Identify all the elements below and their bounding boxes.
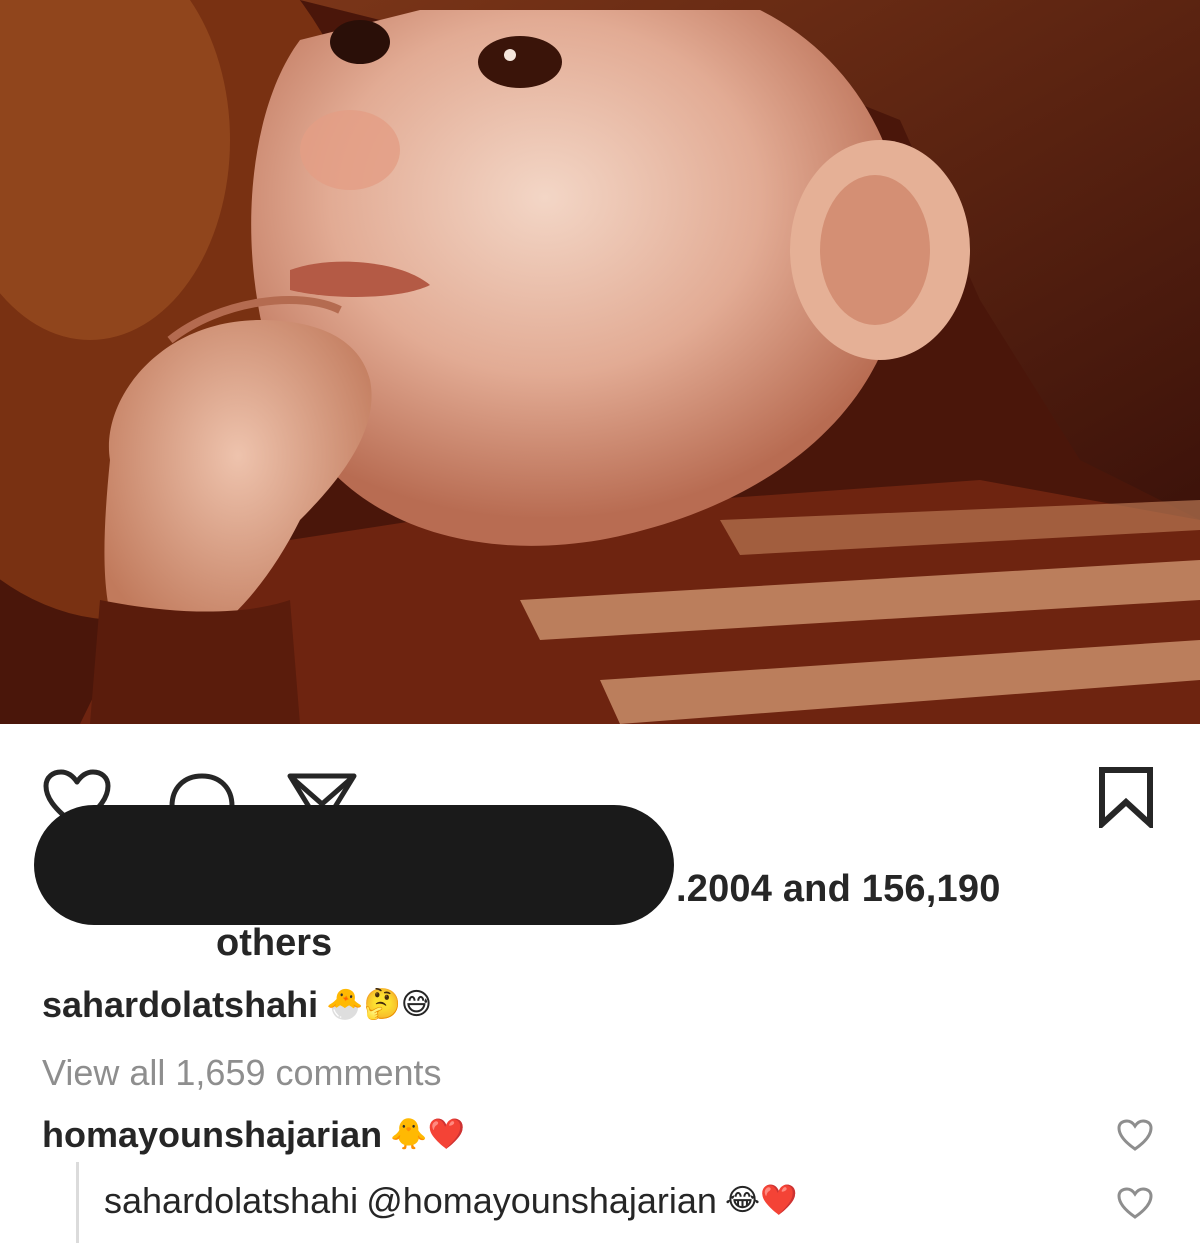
- comment-username[interactable]: homayounshajarian: [42, 1114, 382, 1156]
- comment-like-heart-icon[interactable]: [1116, 1118, 1154, 1157]
- post-photo[interactable]: [0, 0, 1200, 724]
- reply-emojis: 😂❤️: [724, 1184, 798, 1217]
- reply-thread-line: [76, 1162, 79, 1243]
- comment-row: homayounshajarian 🐥❤️: [42, 1114, 465, 1156]
- comment-emojis: 🐥❤️: [390, 1118, 465, 1151]
- post-caption: sahardolatshahi 🐣🤔😅: [42, 984, 432, 1026]
- bookmark-icon[interactable]: [1096, 766, 1156, 833]
- caption-username[interactable]: sahardolatshahi: [42, 984, 318, 1026]
- child-portrait-image: [0, 0, 1200, 724]
- reply-mention[interactable]: @homayounshajarian: [366, 1180, 717, 1222]
- reply-row: sahardolatshahi @homayounshajarian 😂❤️: [104, 1180, 797, 1222]
- redaction-overlay: [34, 805, 674, 925]
- likes-others[interactable]: others: [216, 922, 332, 965]
- view-all-comments-link[interactable]: View all 1,659 comments: [42, 1052, 442, 1094]
- reply-username[interactable]: sahardolatshahi: [104, 1180, 358, 1222]
- likes-count[interactable]: .2004 and 156,190: [676, 868, 1001, 911]
- caption-emojis: 🐣🤔😅: [326, 988, 433, 1021]
- reply-like-heart-icon[interactable]: [1116, 1186, 1154, 1225]
